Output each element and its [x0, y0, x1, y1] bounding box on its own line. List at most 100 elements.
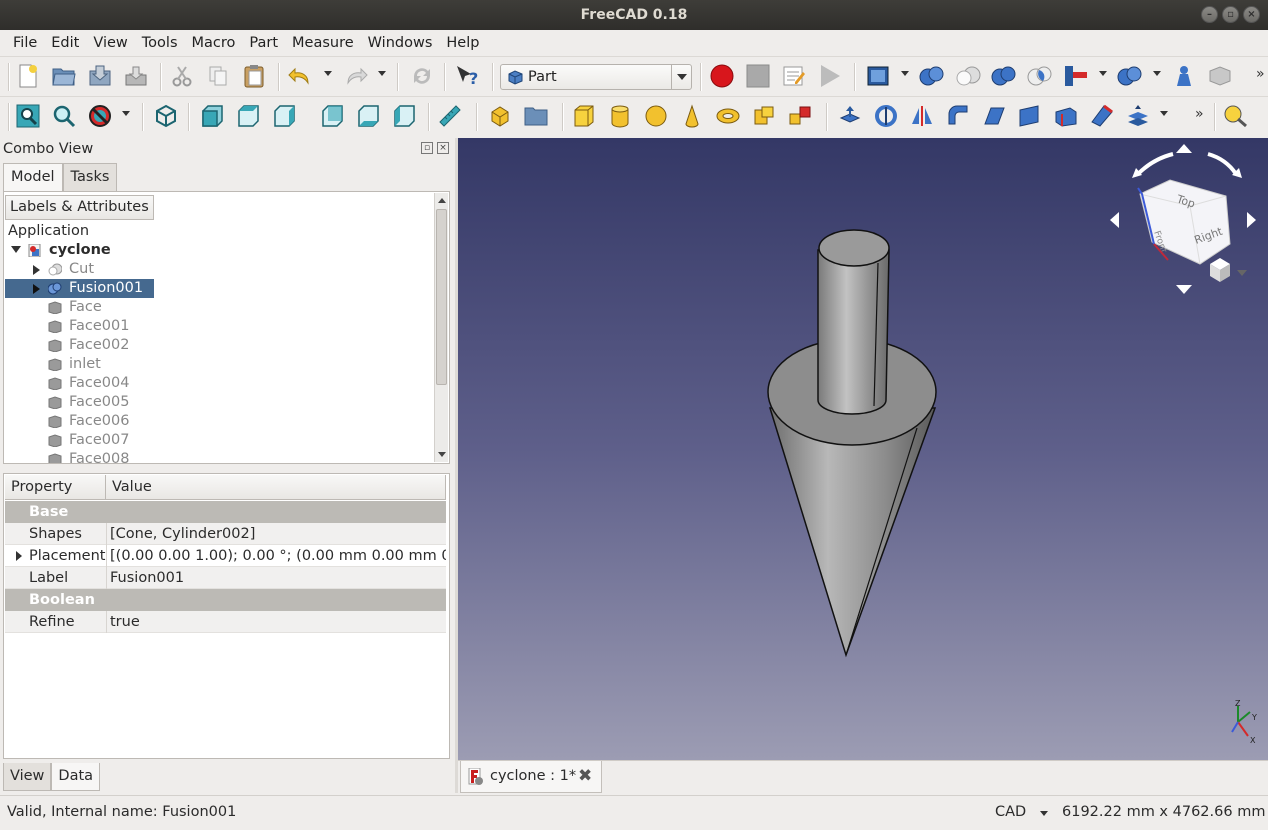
- menu-file[interactable]: File: [6, 35, 44, 51]
- float-panel-icon[interactable]: ▫: [421, 142, 433, 154]
- section-icon[interactable]: [1062, 62, 1090, 90]
- measure-icon[interactable]: [1222, 102, 1250, 130]
- property-group-base[interactable]: Base: [5, 501, 446, 523]
- tree-item-inlet[interactable]: inlet: [4, 355, 434, 374]
- measure-distance-icon[interactable]: [436, 102, 464, 130]
- expand-arrow-icon[interactable]: [33, 284, 40, 294]
- tree-item-face008[interactable]: Face008: [4, 450, 434, 463]
- fit-all-icon[interactable]: [14, 102, 42, 130]
- tree-scrollbar[interactable]: [434, 193, 448, 462]
- scrollbar-thumb[interactable]: [436, 209, 447, 385]
- cube-icon[interactable]: [570, 102, 598, 130]
- split-icon[interactable]: [1116, 62, 1144, 90]
- menu-measure[interactable]: Measure: [285, 35, 361, 51]
- redo-icon[interactable]: [342, 62, 370, 90]
- torus-icon[interactable]: [714, 102, 742, 130]
- whats-this-icon[interactable]: ?: [454, 62, 482, 90]
- property-value[interactable]: [Cone, Cylinder002]: [110, 523, 446, 545]
- undo-icon[interactable]: [286, 62, 314, 90]
- menu-help[interactable]: Help: [439, 35, 486, 51]
- tree-item-face002[interactable]: Face002: [4, 336, 434, 355]
- cone-icon[interactable]: [678, 102, 706, 130]
- property-column-header[interactable]: Property: [5, 475, 106, 500]
- check-geometry-icon[interactable]: [1206, 62, 1234, 90]
- shape-builder-icon[interactable]: [1170, 62, 1198, 90]
- isometric-view-icon[interactable]: [152, 102, 180, 130]
- save-icon[interactable]: [86, 62, 114, 90]
- close-button[interactable]: ×: [1243, 6, 1260, 23]
- workbench-selector[interactable]: Part: [500, 64, 692, 90]
- tree-item-face007[interactable]: Face007: [4, 431, 434, 450]
- menu-view[interactable]: View: [86, 35, 134, 51]
- tree-item-face005[interactable]: Face005: [4, 393, 434, 412]
- save-as-icon[interactable]: [122, 62, 150, 90]
- tab-tasks[interactable]: Tasks: [62, 163, 118, 191]
- menu-macro[interactable]: Macro: [185, 35, 243, 51]
- open-folder-icon[interactable]: [50, 62, 78, 90]
- property-value[interactable]: true: [110, 611, 446, 633]
- menu-part[interactable]: Part: [242, 35, 285, 51]
- close-tab-icon[interactable]: ✖: [578, 766, 592, 786]
- offset-icon[interactable]: [1124, 102, 1152, 130]
- front-view-icon[interactable]: [198, 102, 226, 130]
- part-box-icon[interactable]: [864, 62, 892, 90]
- scroll-down-icon[interactable]: [438, 452, 446, 457]
- menu-tools[interactable]: Tools: [135, 35, 185, 51]
- tube-icon[interactable]: [750, 102, 778, 130]
- property-row-shapes[interactable]: Shapes [Cone, Cylinder002]: [5, 523, 446, 545]
- value-column-header[interactable]: Value: [106, 475, 446, 500]
- fillet-icon[interactable]: [944, 102, 972, 130]
- boolean-icon[interactable]: [918, 62, 946, 90]
- chevron-down-icon[interactable]: [1040, 811, 1048, 816]
- property-value[interactable]: [(0.00 0.00 1.00); 0.00 °; (0.00 mm 0.00…: [110, 545, 446, 567]
- tree-item-face001[interactable]: Face001: [4, 317, 434, 336]
- fit-selection-icon[interactable]: [50, 102, 78, 130]
- paste-icon[interactable]: [240, 62, 268, 90]
- tree-item-face004[interactable]: Face004: [4, 374, 434, 393]
- edit-macro-icon[interactable]: [780, 62, 808, 90]
- tab-model[interactable]: Model: [3, 163, 63, 191]
- property-row-placement[interactable]: Placement [(0.00 0.00 1.00); 0.00 °; (0.…: [5, 545, 446, 567]
- make-face-icon[interactable]: [1016, 102, 1044, 130]
- tab-data[interactable]: Data: [51, 763, 101, 791]
- record-macro-icon[interactable]: [708, 62, 736, 90]
- scroll-up-icon[interactable]: [438, 198, 446, 203]
- tree-item-document[interactable]: cyclone: [4, 241, 434, 260]
- menu-edit[interactable]: Edit: [44, 35, 86, 51]
- loft-icon[interactable]: [1088, 102, 1116, 130]
- create-group-icon[interactable]: [522, 102, 550, 130]
- tree-item-face006[interactable]: Face006: [4, 412, 434, 431]
- chamfer-icon[interactable]: [980, 102, 1008, 130]
- cylinder-icon[interactable]: [606, 102, 634, 130]
- property-value[interactable]: Fusion001: [110, 567, 446, 589]
- top-view-icon[interactable]: [234, 102, 262, 130]
- bottom-view-icon[interactable]: [354, 102, 382, 130]
- run-macro-icon[interactable]: [816, 62, 844, 90]
- minimize-button[interactable]: –: [1201, 6, 1218, 23]
- navigation-cube[interactable]: Top Right Front: [1108, 144, 1258, 304]
- 3d-viewport[interactable]: Top Right Front Z Y X: [458, 138, 1268, 760]
- navigation-style[interactable]: CAD: [995, 804, 1026, 820]
- tree-column-header[interactable]: Labels & Attributes: [5, 195, 154, 220]
- sphere-icon[interactable]: [642, 102, 670, 130]
- maximize-button[interactable]: ▫: [1222, 6, 1239, 23]
- rear-view-icon[interactable]: [318, 102, 346, 130]
- expand-arrow-icon[interactable]: [16, 551, 22, 561]
- expand-arrow-icon[interactable]: [33, 265, 40, 275]
- cut-shape-icon[interactable]: [954, 62, 982, 90]
- tree-item-face[interactable]: Face: [4, 298, 434, 317]
- property-group-boolean[interactable]: Boolean: [5, 589, 446, 611]
- property-row-label[interactable]: Label Fusion001: [5, 567, 446, 589]
- new-document-icon[interactable]: [14, 62, 42, 90]
- close-panel-icon[interactable]: ×: [437, 142, 449, 154]
- tree-item-application[interactable]: Application: [4, 222, 434, 241]
- fuse-icon[interactable]: [990, 62, 1018, 90]
- primitives-icon[interactable]: [786, 102, 814, 130]
- refresh-icon[interactable]: [408, 62, 436, 90]
- toolbar-overflow-1[interactable]: »: [1256, 66, 1265, 82]
- menu-windows[interactable]: Windows: [361, 35, 440, 51]
- expand-arrow-icon[interactable]: [11, 246, 21, 253]
- create-part-icon[interactable]: [486, 102, 514, 130]
- right-view-icon[interactable]: [270, 102, 298, 130]
- revolve-icon[interactable]: [872, 102, 900, 130]
